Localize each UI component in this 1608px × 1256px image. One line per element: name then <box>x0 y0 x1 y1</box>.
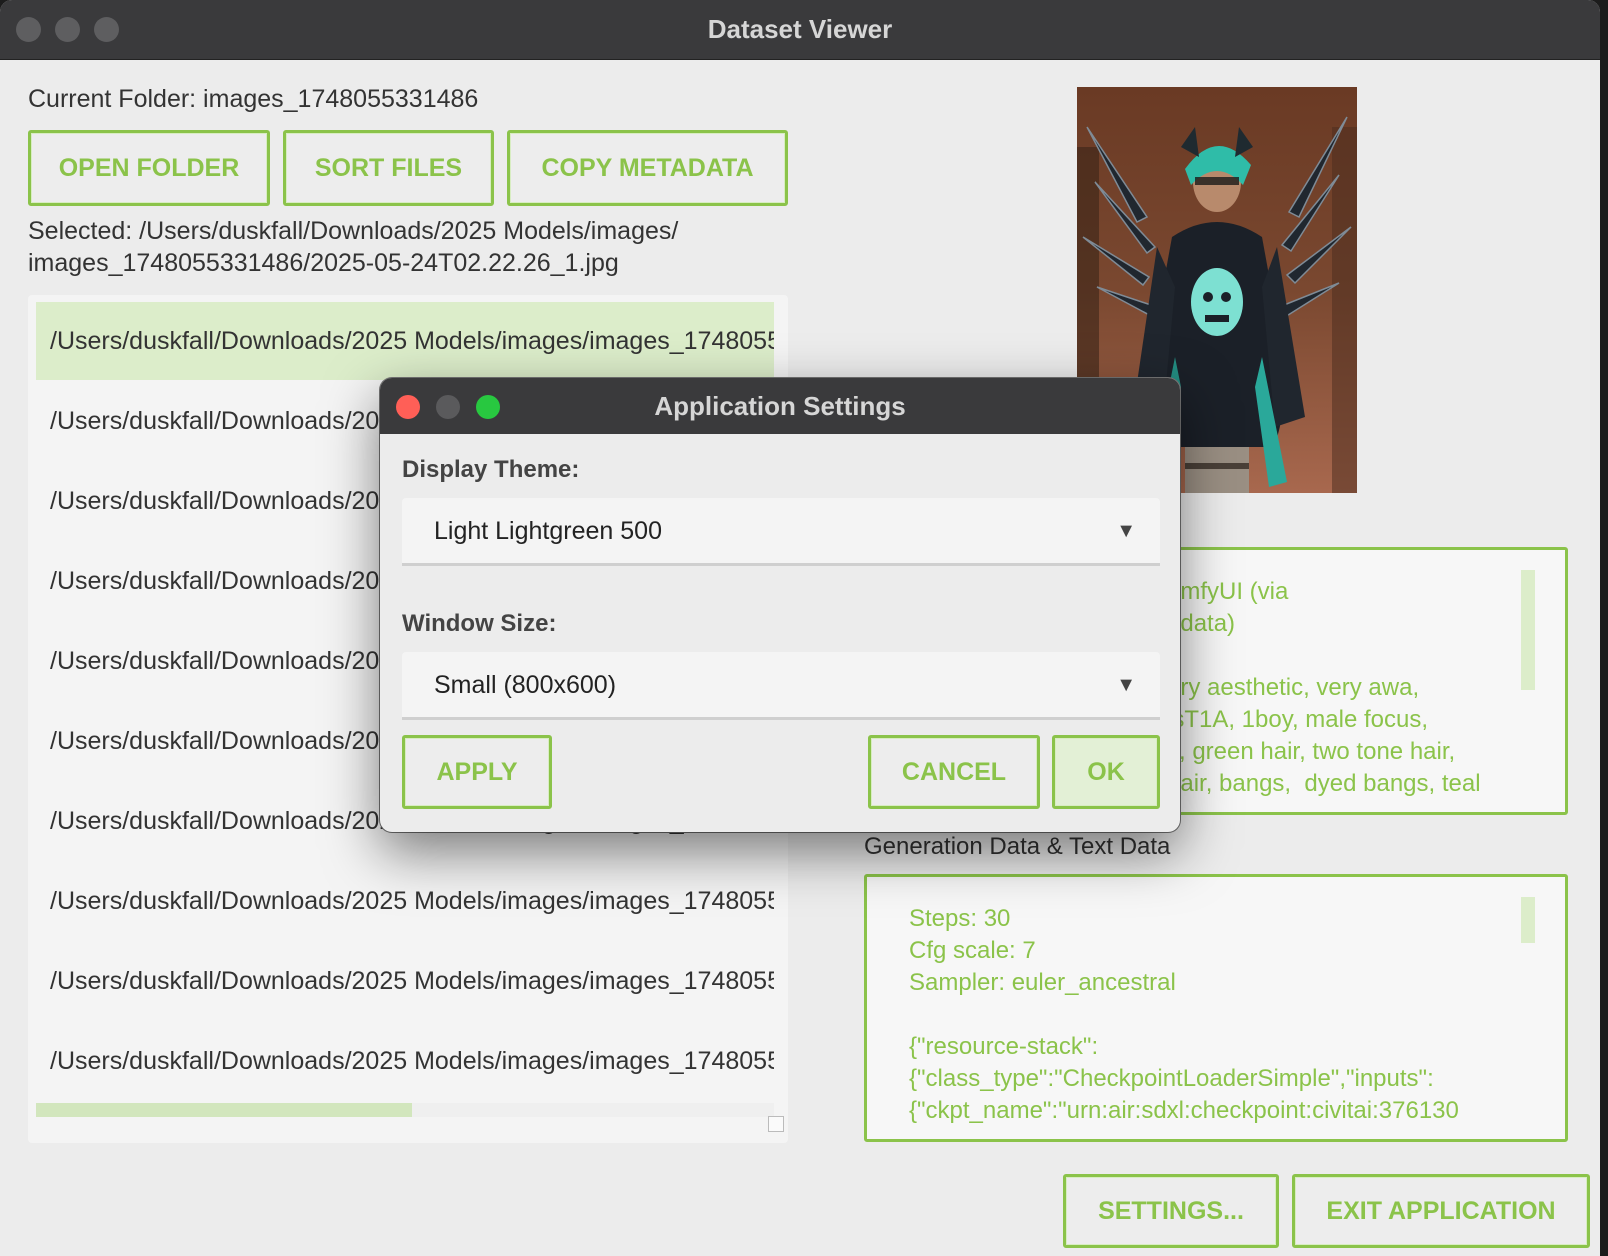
display-theme-value: Light Lightgreen 500 <box>434 517 662 545</box>
window-title: Dataset Viewer <box>707 14 893 44</box>
file-list-item[interactable]: /Users/duskfall/Downloads/2025 Models/im… <box>36 862 774 940</box>
file-list-item[interactable]: /Users/duskfall/Downloads/2025 Models/im… <box>36 942 774 1020</box>
generation-data-label: Generation Data & Text Data <box>864 833 1171 860</box>
generation-data-box[interactable]: Steps: 30 Cfg scale: 7 Sampler: euler_an… <box>864 874 1568 1142</box>
current-folder-label: Current Folder: images_1748055331486 <box>28 85 479 113</box>
dialog-titlebar: Application Settings <box>380 378 1180 434</box>
vertical-scrollbar-thumb[interactable] <box>1521 570 1535 690</box>
display-theme-select[interactable]: Light Lightgreen 500 ▼ <box>402 498 1160 566</box>
file-list-item[interactable]: /Users/duskfall/Downloads/2025 Models/im… <box>36 302 774 380</box>
copy-metadata-button[interactable]: COPY METADATA <box>507 130 788 206</box>
dropdown-arrow-icon: ▼ <box>1116 674 1136 696</box>
open-folder-button[interactable]: OPEN FOLDER <box>28 130 270 206</box>
generation-data-text: Steps: 30 Cfg scale: 7 Sampler: euler_an… <box>909 905 1459 1124</box>
settings-button[interactable]: SETTINGS... <box>1063 1174 1279 1248</box>
scroll-corner <box>768 1116 784 1132</box>
horizontal-scrollbar-track[interactable] <box>412 1103 774 1117</box>
cancel-button[interactable]: CANCEL <box>868 735 1040 809</box>
window-size-label: Window Size: <box>402 610 557 637</box>
selected-file-label: Selected: /Users/duskfall/Downloads/2025… <box>28 217 679 277</box>
main-titlebar: Dataset Viewer <box>0 0 1600 60</box>
display-theme-label: Display Theme: <box>402 456 580 483</box>
sort-files-button[interactable]: SORT FILES <box>283 130 494 206</box>
window-size-select[interactable]: Small (800x600) ▼ <box>402 652 1160 720</box>
horizontal-scrollbar-thumb[interactable] <box>36 1103 412 1117</box>
settings-dialog: Application Settings Display Theme: Ligh… <box>380 378 1180 832</box>
ok-button[interactable]: OK <box>1052 735 1160 809</box>
dropdown-arrow-icon: ▼ <box>1116 520 1136 542</box>
dialog-title: Application Settings <box>654 391 906 421</box>
apply-button[interactable]: APPLY <box>402 735 552 809</box>
vertical-scrollbar-thumb[interactable] <box>1521 897 1535 943</box>
exit-application-button[interactable]: EXIT APPLICATION <box>1292 1174 1590 1248</box>
prompt-text: omfyUI (via adata) ery aesthetic, very a… <box>1167 578 1481 797</box>
window-size-value: Small (800x600) <box>434 671 617 699</box>
file-list-item[interactable]: /Users/duskfall/Downloads/2025 Models/im… <box>36 1022 774 1100</box>
